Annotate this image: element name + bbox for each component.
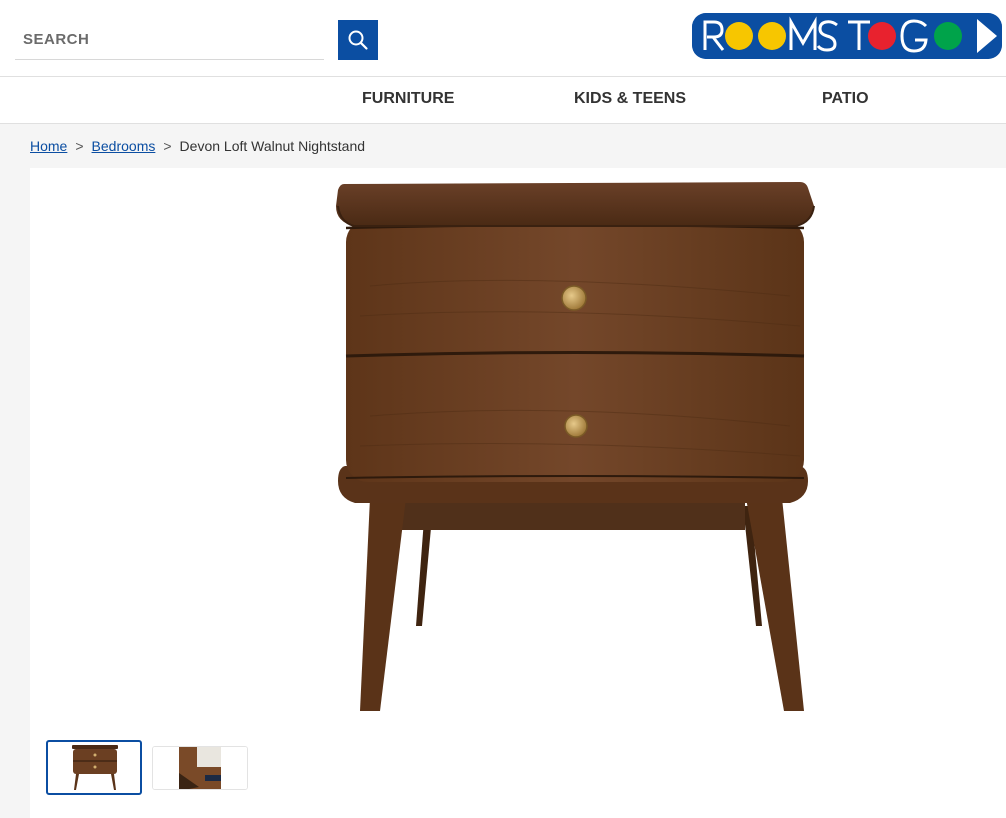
search-icon <box>348 30 368 50</box>
breadcrumb-bedrooms-link[interactable]: Bedrooms <box>92 138 156 154</box>
breadcrumb-separator: > <box>75 138 84 154</box>
logo-graphic <box>692 13 1002 59</box>
search-button[interactable] <box>338 20 378 60</box>
thumbnail-front[interactable] <box>46 740 142 795</box>
thumbnail-nightstand-icon <box>72 745 118 790</box>
nav-item-furniture[interactable]: FURNITURE <box>362 77 454 123</box>
page-content: Home > Bedrooms > Devon Loft Walnut Nightsta… <box>0 124 1006 818</box>
breadcrumb-home-link[interactable]: Home <box>30 138 67 154</box>
product-gallery <box>30 168 1006 818</box>
rooms-to-go-logo[interactable] <box>692 13 1002 59</box>
breadcrumb: Home > Bedrooms > Devon Loft Walnut Nightsta… <box>30 138 365 154</box>
breadcrumb-current: Devon Loft Walnut Nightstand <box>179 138 366 154</box>
thumbnail-detail-image <box>153 747 247 789</box>
thumbnail-detail[interactable] <box>152 746 248 790</box>
nav-item-kids-teens[interactable]: KIDS & TEENS <box>574 77 686 123</box>
breadcrumb-separator: > <box>163 138 172 154</box>
search-bar <box>15 20 378 60</box>
search-input[interactable] <box>15 20 324 60</box>
main-nav: FURNITURE KIDS & TEENS PATIO <box>0 76 1006 124</box>
nav-item-patio[interactable]: PATIO <box>822 77 869 123</box>
nightstand-image[interactable] <box>330 176 820 728</box>
site-header <box>0 0 1006 76</box>
